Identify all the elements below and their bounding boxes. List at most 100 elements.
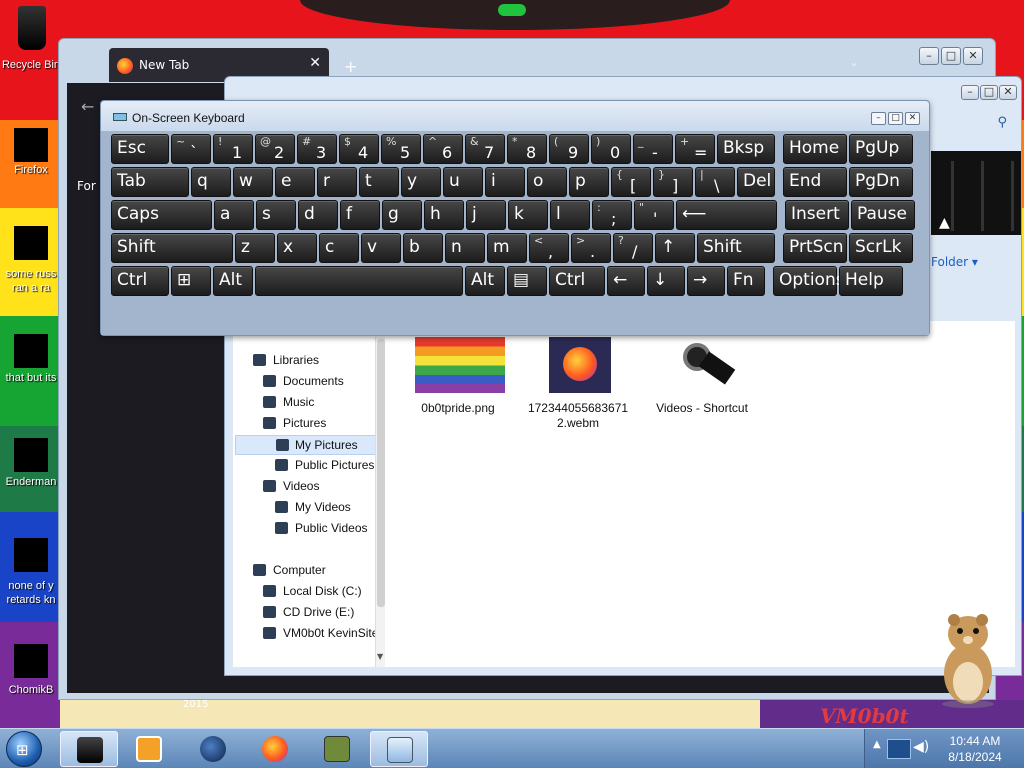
key-p[interactable]: p [569, 167, 609, 197]
file-item[interactable]: 172344055683671 2.webm [523, 337, 633, 437]
key-f[interactable]: f [340, 200, 380, 230]
desktop-icon-firefox[interactable]: Firefox [0, 116, 62, 178]
osk-titlebar[interactable]: On-Screen Keyboard – □ ✕ [101, 101, 929, 131]
key-0[interactable]: ) 0 [591, 134, 631, 164]
back-arrow-icon[interactable]: ← [81, 97, 94, 116]
key-caps[interactable]: Caps [111, 200, 212, 230]
taskbar-item-explorer[interactable] [60, 731, 118, 767]
file-item[interactable]: 0b0tpride.png [403, 337, 513, 437]
scrollbar-thumb[interactable] [377, 339, 385, 607]
key-shift[interactable]: Shift [697, 233, 775, 263]
key-help[interactable]: Help [839, 266, 903, 296]
taskbar-item-hamster-box[interactable] [308, 731, 366, 767]
key-6[interactable]: ^ 6 [423, 134, 463, 164]
close-button[interactable]: ✕ [963, 47, 983, 65]
key-symbol[interactable]: | \ [695, 167, 735, 197]
close-tab-icon[interactable]: ✕ [309, 55, 321, 71]
key-symbol[interactable]: → [687, 266, 725, 296]
minimize-button[interactable]: – [871, 112, 886, 125]
show-hidden-icons-icon[interactable]: ▲ [873, 739, 881, 750]
key-i[interactable]: i [485, 167, 525, 197]
key-pause[interactable]: Pause [851, 200, 915, 230]
hamster-icon[interactable] [932, 604, 1004, 708]
key-1[interactable]: ! 1 [213, 134, 253, 164]
close-button[interactable]: ✕ [905, 112, 920, 125]
key-r[interactable]: r [317, 167, 357, 197]
key-v[interactable]: v [361, 233, 401, 263]
key-ctrl[interactable]: Ctrl [549, 266, 605, 296]
key-n[interactable]: n [445, 233, 485, 263]
clock-time[interactable]: 10:44 AM [935, 734, 1015, 748]
key-q[interactable]: q [191, 167, 231, 197]
key-fn[interactable]: Fn [727, 266, 765, 296]
key-symbol[interactable]: ⊞ [171, 266, 211, 296]
maximize-button[interactable]: □ [888, 112, 903, 125]
key-b[interactable]: b [403, 233, 443, 263]
key-symbol[interactable]: + = [675, 134, 715, 164]
nav-scrollbar[interactable]: ▼ [375, 337, 385, 667]
taskbar-item-media-player[interactable] [120, 731, 178, 767]
close-button[interactable]: ✕ [999, 85, 1017, 100]
key-symbol[interactable]: ↓ [647, 266, 685, 296]
key-u[interactable]: u [443, 167, 483, 197]
key-h[interactable]: h [424, 200, 464, 230]
network-icon[interactable] [887, 739, 911, 759]
desktop-icon-file-2[interactable]: that but its [0, 320, 62, 386]
key-c[interactable]: c [319, 233, 359, 263]
key-pgup[interactable]: PgUp [849, 134, 913, 164]
key-esc[interactable]: Esc [111, 134, 169, 164]
taskbar-item-firefox[interactable] [246, 731, 304, 767]
key-5[interactable]: % 5 [381, 134, 421, 164]
scroll-down-icon[interactable]: ▼ [377, 652, 383, 661]
key-symbol[interactable]: ? / [613, 233, 653, 263]
key-scrlk[interactable]: ScrLk [849, 233, 913, 263]
nav-item-network-drive[interactable]: VM0b0t KevinSite [263, 624, 383, 644]
volume-icon[interactable]: ◀) [913, 739, 929, 755]
key-o[interactable]: o [527, 167, 567, 197]
key-home[interactable]: Home [783, 134, 847, 164]
desktop-icon-recycle-bin[interactable]: Recycle Bin [0, 6, 62, 76]
key-end[interactable]: End [783, 167, 847, 197]
key-t[interactable]: t [359, 167, 399, 197]
new-tab-button[interactable]: + [344, 57, 357, 76]
key-x[interactable]: x [277, 233, 317, 263]
key-symbol[interactable]: ← [607, 266, 645, 296]
folder-dropdown[interactable]: Folder ▾ [931, 255, 978, 269]
key-symbol[interactable]: >. [571, 233, 611, 263]
key-symbol[interactable]: ~ ` [171, 134, 211, 164]
key-bksp[interactable]: Bksp [717, 134, 775, 164]
key-e[interactable]: e [275, 167, 315, 197]
key-alt[interactable]: Alt [465, 266, 505, 296]
taskbar-item-on-screen-keyboard[interactable] [370, 731, 428, 767]
key-options[interactable]: Options [773, 266, 845, 296]
desktop-icon-file-3[interactable]: Enderman [0, 426, 62, 492]
key-g[interactable]: g [382, 200, 422, 230]
minimize-button[interactable]: – [919, 47, 939, 65]
key-insert[interactable]: Insert [785, 200, 849, 230]
key-symbol[interactable]: ⟵ [676, 200, 777, 230]
minimize-button[interactable]: – [961, 85, 979, 100]
desktop-icon-file-1[interactable]: some russ ran a ra [0, 214, 62, 298]
key-w[interactable]: w [233, 167, 273, 197]
key-3[interactable]: #3 [297, 134, 337, 164]
key-shift[interactable]: Shift [111, 233, 233, 263]
key-symbol[interactable]: }] [653, 167, 693, 197]
key-alt[interactable]: Alt [213, 266, 253, 296]
key-7[interactable]: & 7 [465, 134, 505, 164]
key-symbol[interactable]: {[ [611, 167, 651, 197]
key-symbol[interactable]: ▤ [507, 266, 547, 296]
key-tab[interactable]: Tab [111, 167, 189, 197]
key-j[interactable]: j [466, 200, 506, 230]
maximize-button[interactable]: □ [980, 85, 998, 100]
desktop-icon-file-5[interactable]: ChomikB [0, 632, 62, 698]
key-prtscn[interactable]: PrtScn [783, 233, 847, 263]
file-item[interactable]: Videos - Shortcut [647, 337, 757, 437]
nav-item-my-pictures[interactable]: My Pictures [235, 435, 379, 455]
key-a[interactable]: a [214, 200, 254, 230]
key-9[interactable]: (9 [549, 134, 589, 164]
key-symbol[interactable]: :; [592, 200, 632, 230]
key-z[interactable]: z [235, 233, 275, 263]
key-m[interactable]: m [487, 233, 527, 263]
key-symbol[interactable]: _ - [633, 134, 673, 164]
key-symbol[interactable]: <, [529, 233, 569, 263]
